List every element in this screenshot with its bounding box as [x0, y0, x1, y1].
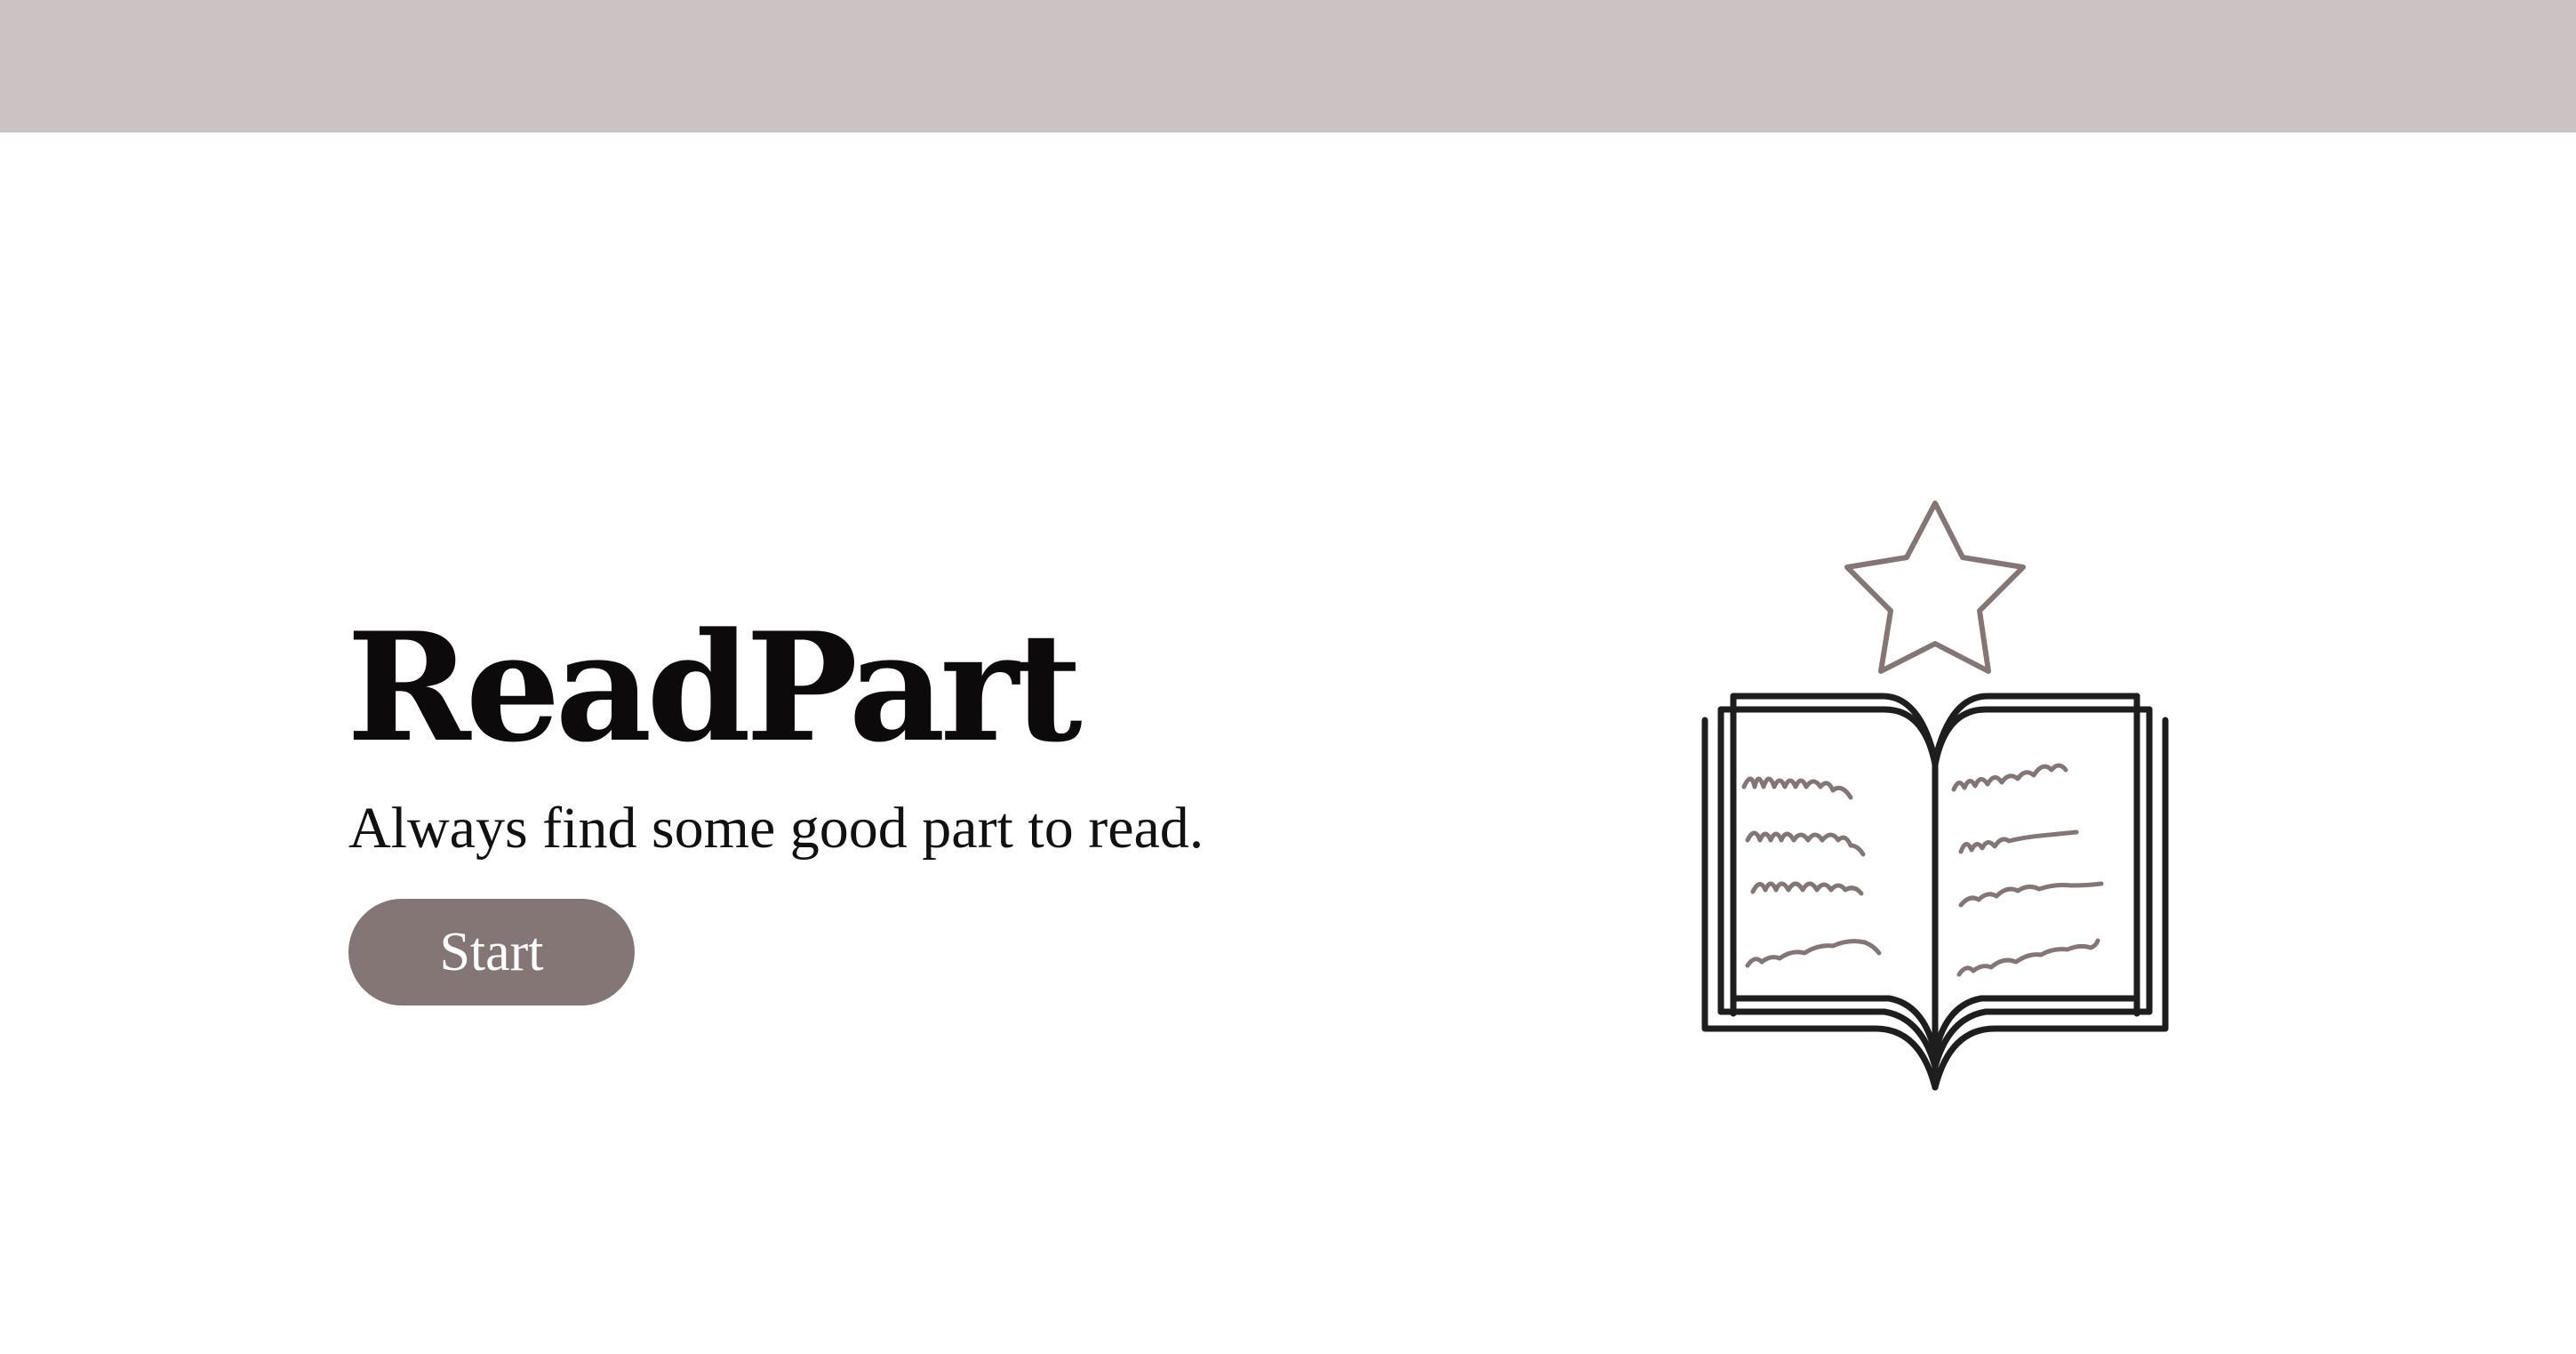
open-book-with-star-icon [1689, 356, 2187, 1120]
start-button[interactable]: Start [348, 899, 635, 1005]
brand-title: ReadPart [347, 599, 1083, 775]
hero-section: ReadPart Always find some good part to r… [0, 132, 2576, 1354]
tagline: Always find some good part to read. [348, 796, 1204, 861]
handwriting-lines [1741, 763, 2104, 977]
star-icon [1844, 501, 2026, 674]
top-bar [0, 0, 2576, 132]
book-icon [1701, 693, 2169, 1091]
